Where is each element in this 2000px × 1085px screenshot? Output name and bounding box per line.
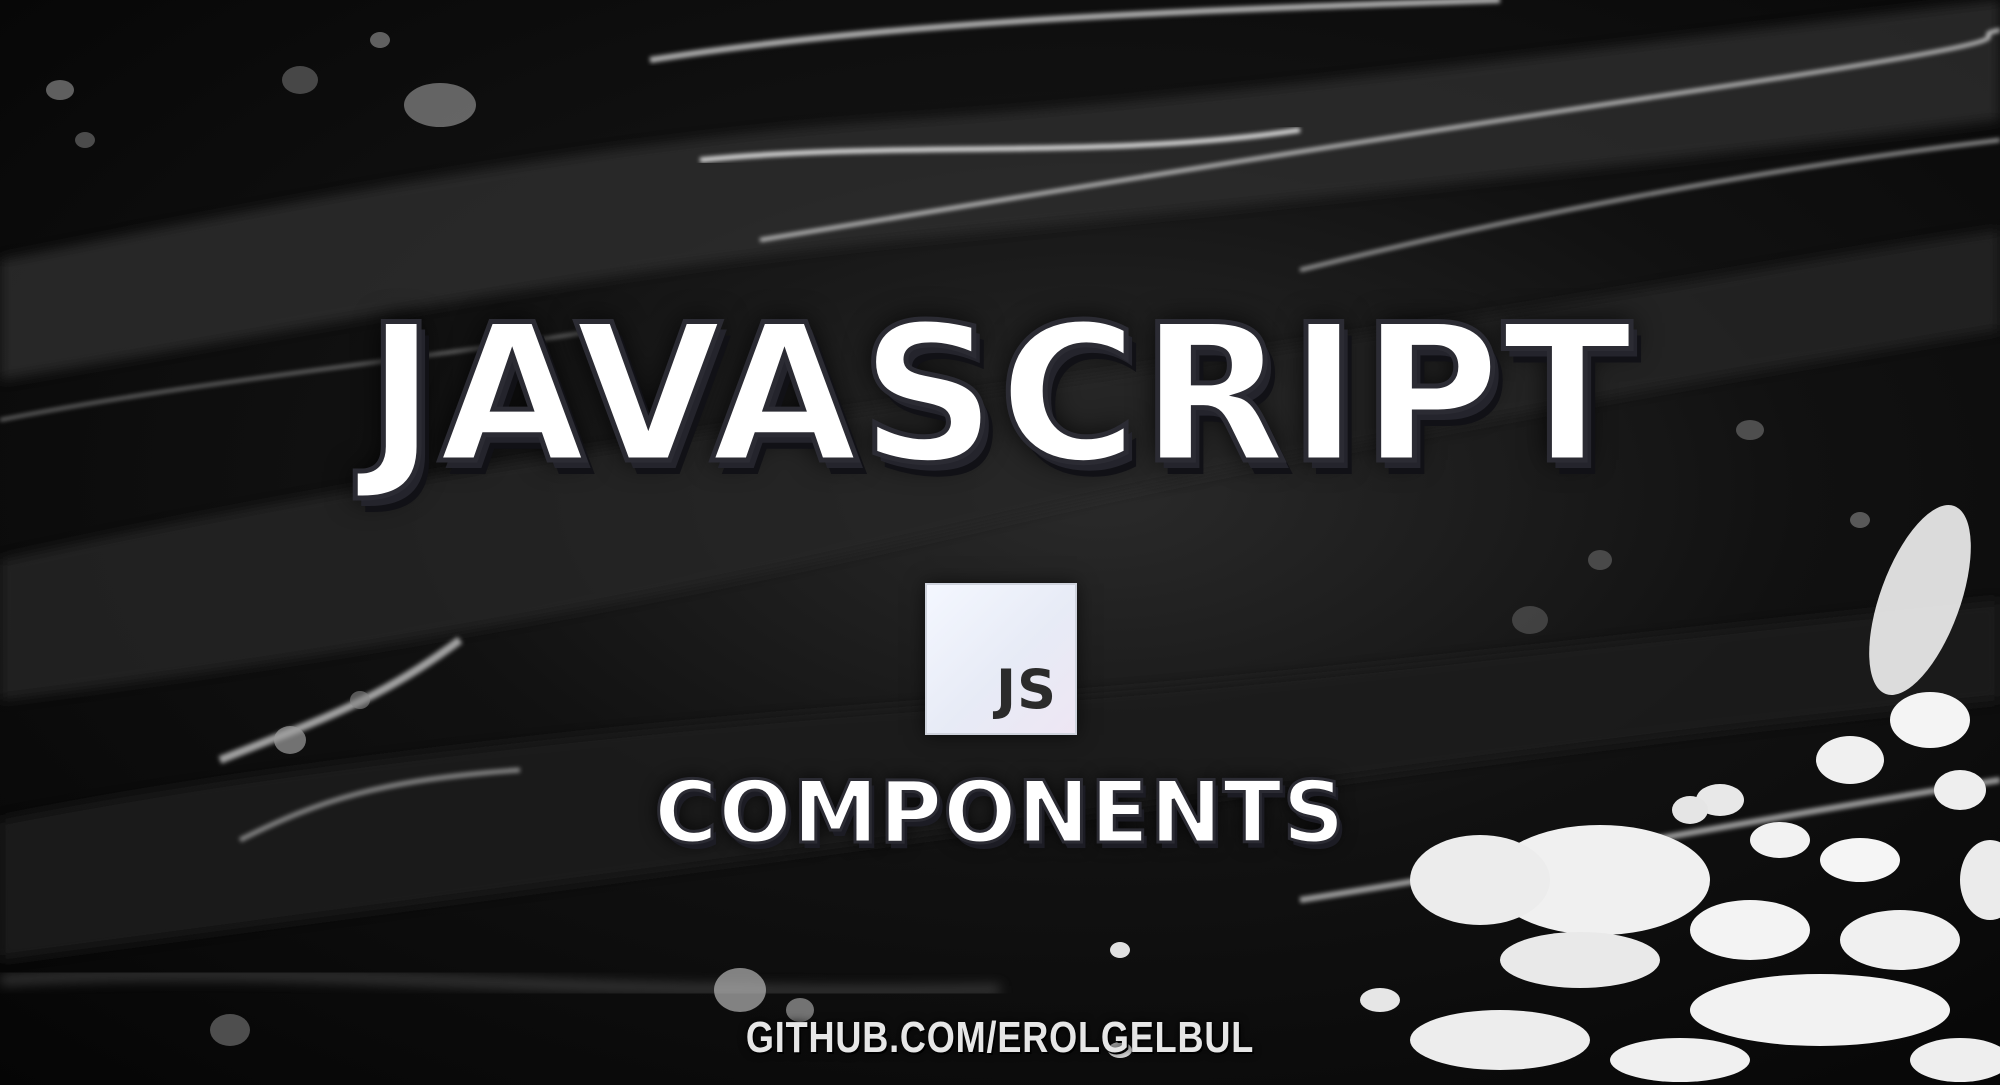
marble-background: [0, 0, 2000, 1082]
github-link[interactable]: GITHUB.COM/EROLGELBUL: [180, 1016, 1820, 1060]
banner-subtitle: COMPONENTS: [653, 763, 1346, 863]
javascript-logo-text: JS: [996, 658, 1057, 721]
javascript-logo-icon: JS: [925, 583, 1077, 735]
banner: JAVASCRIPT JS COMPONENTS GITHUB.COM/EROL…: [0, 0, 2000, 1085]
banner-title: JAVASCRIPT: [363, 284, 1635, 505]
